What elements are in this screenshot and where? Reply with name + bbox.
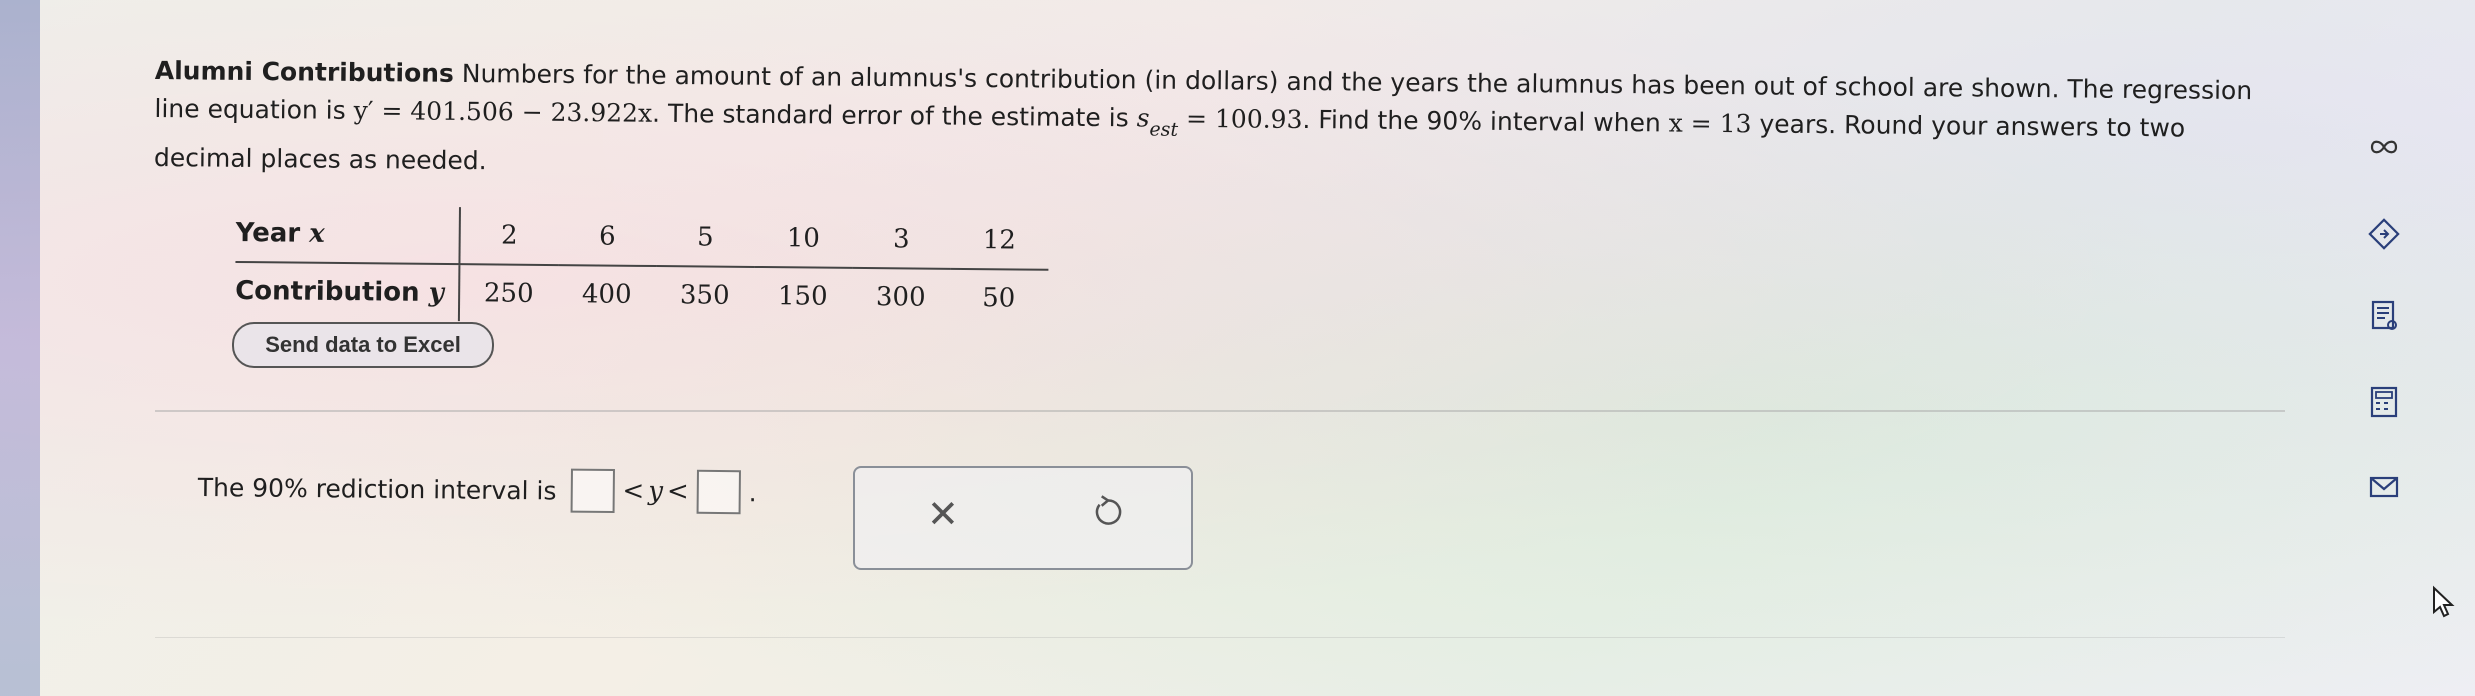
data-table: Year x 2 6 5 10 3 12 Contribution y 250 … <box>234 205 1049 327</box>
table-row-year: Year x 2 6 5 10 3 12 <box>235 205 1049 270</box>
question-title: Alumni Contributions <box>154 55 455 88</box>
contribution-cell: 50 <box>982 283 1016 314</box>
mail-icon[interactable] <box>2360 463 2408 511</box>
contribution-cell: 350 <box>679 280 730 311</box>
answer-panel <box>155 410 2285 638</box>
left-edge-band <box>0 0 40 696</box>
year-cell: 10 <box>754 209 853 268</box>
undo-button[interactable] <box>1087 490 1129 532</box>
clear-button[interactable]: ✕ <box>927 492 959 536</box>
contribution-cell: 300 <box>875 282 926 313</box>
less-than-1: < <box>622 476 645 507</box>
regression-equation: y′ = 401.506 − 23.922x <box>353 95 653 128</box>
lower-bound-input[interactable] <box>570 468 615 513</box>
year-cell: 3 <box>852 210 951 269</box>
question-text-2: . The standard error of the estimate is <box>651 98 1129 133</box>
diamond-hint-icon[interactable] <box>2360 210 2408 258</box>
worksheet-icon[interactable] <box>2360 292 2408 340</box>
period: . <box>748 477 757 507</box>
send-to-excel-button[interactable]: Send data to Excel <box>232 322 494 368</box>
year-cell: 6 <box>558 208 657 267</box>
table-row-contribution: Contribution y 250 400 350 150 300 50 <box>234 261 1048 327</box>
s-symbol: s <box>1136 103 1150 133</box>
year-cell: 12 <box>950 211 1049 270</box>
question-text-3: . Find the 90% interval when <box>1302 105 1661 138</box>
answer-actions: ✕ <box>853 466 1193 570</box>
row-header-contribution: Contribution y <box>234 261 460 322</box>
variable-y: y <box>648 476 664 507</box>
contribution-cell: 400 <box>581 279 632 310</box>
standard-error: sest = 100.93 <box>1136 103 1303 140</box>
row-header-year: Year x <box>235 205 460 265</box>
contribution-cell: 150 <box>777 281 828 312</box>
s-value: = 100.93 <box>1185 103 1303 135</box>
infinity-icon[interactable] <box>2360 123 2408 171</box>
contribution-cell: 250 <box>483 278 534 309</box>
less-than-2: < <box>666 476 689 507</box>
upper-bound-input[interactable] <box>696 469 741 515</box>
x-value: x = 13 <box>1668 108 1752 139</box>
year-cell: 5 <box>656 209 755 267</box>
s-subscript: est <box>1149 118 1179 141</box>
pointer-cursor-icon <box>2418 578 2466 626</box>
prompt-text: The 90% rediction interval is <box>197 472 557 505</box>
undo-icon <box>1095 495 1122 525</box>
calculator-icon[interactable] <box>2360 378 2408 426</box>
question-text: Alumni Contributions Numbers for the amo… <box>154 52 2275 197</box>
answer-prompt: The 90% rediction interval is < y < . <box>197 465 757 515</box>
year-cell: 2 <box>459 207 559 266</box>
